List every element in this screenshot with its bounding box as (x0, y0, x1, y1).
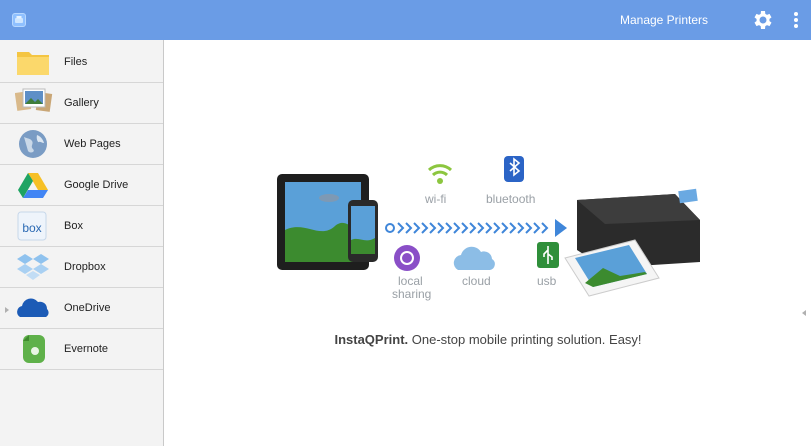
edge-drawer-arrow-icon[interactable] (802, 310, 806, 316)
printer-icon (564, 188, 700, 297)
local-label: local (398, 274, 423, 288)
usb-icon (537, 242, 559, 268)
bluetooth-label: bluetooth (486, 192, 535, 206)
sidebar-item-label: Evernote (64, 343, 109, 355)
sidebar-item-label: Box (64, 220, 83, 232)
manage-printers-button[interactable]: Manage Printers (605, 0, 723, 40)
transfer-arrow-icon (385, 219, 567, 237)
source-sidebar: Files Gallery Web Pages Google Drive box… (0, 40, 164, 446)
gear-icon[interactable] (751, 8, 775, 32)
tagline-text: One-stop mobile printing solution. Easy! (408, 332, 642, 347)
dropbox-icon (15, 251, 51, 283)
app-bar: Manage Printers (0, 0, 811, 40)
sharing-label: sharing (392, 287, 431, 301)
sidebar-item-evernote[interactable]: Evernote (0, 329, 163, 370)
cloud-label: cloud (462, 274, 491, 288)
printing-illustration: wi-fi bluetooth local sharing cloud usb (277, 156, 700, 301)
local-sharing-icon (394, 245, 420, 271)
more-options-icon[interactable] (788, 8, 804, 32)
sidebar-item-google-drive[interactable]: Google Drive (0, 165, 163, 206)
bluetooth-icon (504, 156, 524, 182)
globe-icon (15, 128, 51, 160)
google-drive-icon (15, 169, 51, 201)
sidebar-item-label: Web Pages (64, 138, 121, 150)
onedrive-icon (15, 292, 51, 324)
tagline-brand: InstaQPrint. (334, 332, 409, 347)
usb-label: usb (537, 274, 557, 288)
sidebar-item-label: Gallery (64, 97, 99, 109)
svg-text:box: box (22, 221, 41, 235)
sidebar-item-label: OneDrive (64, 302, 111, 314)
cloud-icon (453, 246, 495, 270)
sidebar-drag-handle-icon[interactable] (5, 307, 9, 313)
sidebar-item-files[interactable]: Files (0, 42, 163, 83)
sidebar-item-label: Dropbox (64, 261, 106, 273)
sidebar-item-gallery[interactable]: Gallery (0, 83, 163, 124)
box-icon: box (15, 210, 51, 242)
sidebar-item-label: Files (64, 56, 88, 68)
sidebar-item-onedrive[interactable]: OneDrive (0, 288, 163, 329)
evernote-icon (15, 333, 51, 365)
app-logo-icon[interactable] (12, 13, 26, 27)
sidebar-item-web-pages[interactable]: Web Pages (0, 124, 163, 165)
main-content: wi-fi bluetooth local sharing cloud usb (165, 40, 811, 446)
folder-icon (15, 46, 51, 78)
gallery-icon (14, 87, 53, 119)
tagline: InstaQPrint. One-stop mobile printing so… (165, 332, 811, 347)
wifi-icon (427, 164, 453, 184)
sidebar-item-box[interactable]: box Box (0, 206, 163, 247)
sidebar-item-label: Google Drive (64, 179, 129, 191)
wifi-label: wi-fi (424, 192, 446, 206)
sidebar-item-dropbox[interactable]: Dropbox (0, 247, 163, 288)
phone-icon (348, 200, 378, 262)
